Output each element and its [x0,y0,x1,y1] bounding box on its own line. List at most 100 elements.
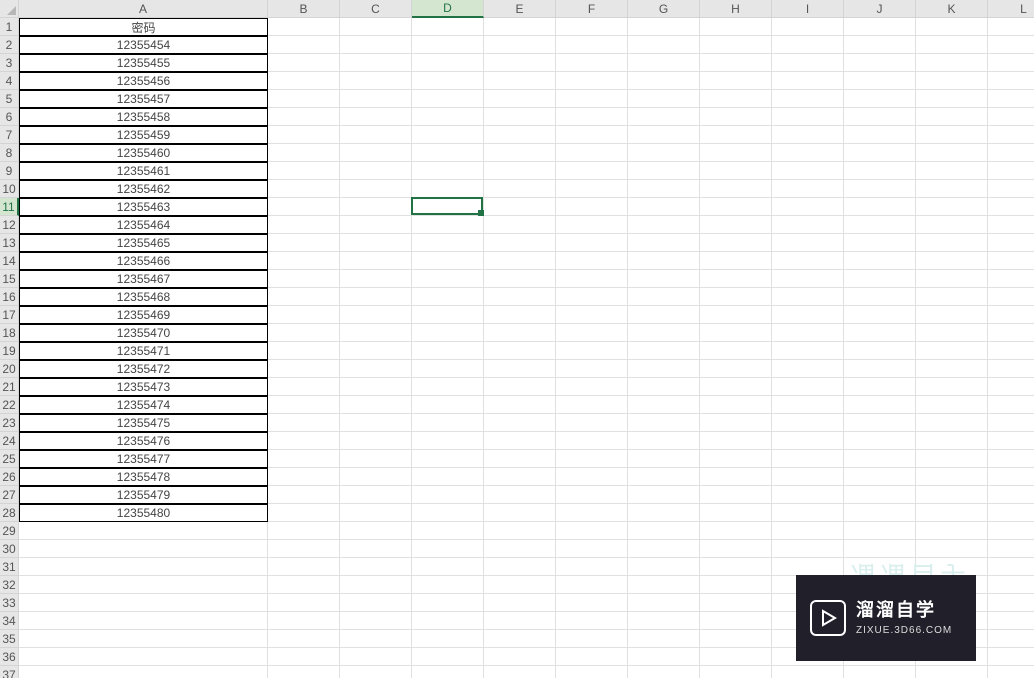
cell-C9[interactable] [340,162,412,180]
cell-L32[interactable] [988,576,1034,594]
cell-D6[interactable] [412,108,484,126]
cell-D31[interactable] [412,558,484,576]
row-header-11[interactable]: 11 [0,198,19,216]
row-header-14[interactable]: 14 [0,252,19,270]
cell-C2[interactable] [340,36,412,54]
cell-D34[interactable] [412,612,484,630]
col-header-K[interactable]: K [916,0,988,18]
cell-E10[interactable] [484,180,556,198]
cell-E6[interactable] [484,108,556,126]
row-header-33[interactable]: 33 [0,594,19,612]
cell-C3[interactable] [340,54,412,72]
cell-C6[interactable] [340,108,412,126]
cell-J19[interactable] [844,342,916,360]
cell-H26[interactable] [700,468,772,486]
cell-F37[interactable] [556,666,628,678]
cell-L4[interactable] [988,72,1034,90]
cell-K4[interactable] [916,72,988,90]
cell-K14[interactable] [916,252,988,270]
cell-D20[interactable] [412,360,484,378]
cell-C27[interactable] [340,486,412,504]
cell-L11[interactable] [988,198,1034,216]
cell-A35[interactable] [19,630,268,648]
cell-A37[interactable] [19,666,268,678]
cell-K20[interactable] [916,360,988,378]
cell-J4[interactable] [844,72,916,90]
cell-D26[interactable] [412,468,484,486]
row-header-32[interactable]: 32 [0,576,19,594]
cell-J13[interactable] [844,234,916,252]
cell-B18[interactable] [268,324,340,342]
row-header-10[interactable]: 10 [0,180,19,198]
cell-K24[interactable] [916,432,988,450]
cell-I13[interactable] [772,234,844,252]
cell-E22[interactable] [484,396,556,414]
cell-C22[interactable] [340,396,412,414]
cell-C12[interactable] [340,216,412,234]
cell-E21[interactable] [484,378,556,396]
cell-K18[interactable] [916,324,988,342]
cell-A32[interactable] [19,576,268,594]
cell-K13[interactable] [916,234,988,252]
col-header-A[interactable]: A [19,0,268,18]
cell-F10[interactable] [556,180,628,198]
cell-E24[interactable] [484,432,556,450]
cell-H20[interactable] [700,360,772,378]
cell-J23[interactable] [844,414,916,432]
cell-C19[interactable] [340,342,412,360]
cell-K21[interactable] [916,378,988,396]
cell-E31[interactable] [484,558,556,576]
cell-L3[interactable] [988,54,1034,72]
cell-I26[interactable] [772,468,844,486]
cell-L13[interactable] [988,234,1034,252]
col-header-J[interactable]: J [844,0,916,18]
cell-L7[interactable] [988,126,1034,144]
cell-H8[interactable] [700,144,772,162]
cell-I16[interactable] [772,288,844,306]
cell-H33[interactable] [700,594,772,612]
cell-D23[interactable] [412,414,484,432]
cell-F18[interactable] [556,324,628,342]
cell-J26[interactable] [844,468,916,486]
cell-G23[interactable] [628,414,700,432]
col-header-H[interactable]: H [700,0,772,18]
cell-F1[interactable] [556,18,628,36]
cell-C21[interactable] [340,378,412,396]
row-header-27[interactable]: 27 [0,486,19,504]
cell-L19[interactable] [988,342,1034,360]
cell-L22[interactable] [988,396,1034,414]
cell-L29[interactable] [988,522,1034,540]
cell-G4[interactable] [628,72,700,90]
cell-E2[interactable] [484,36,556,54]
cell-C10[interactable] [340,180,412,198]
cell-G20[interactable] [628,360,700,378]
cell-C35[interactable] [340,630,412,648]
cell-A36[interactable] [19,648,268,666]
cell-H19[interactable] [700,342,772,360]
cell-I1[interactable] [772,18,844,36]
cell-H30[interactable] [700,540,772,558]
row-header-8[interactable]: 8 [0,144,19,162]
cell-E30[interactable] [484,540,556,558]
row-header-37[interactable]: 37 [0,666,19,678]
cell-B28[interactable] [268,504,340,522]
row-header-16[interactable]: 16 [0,288,19,306]
cell-I28[interactable] [772,504,844,522]
cell-E36[interactable] [484,648,556,666]
cell-F24[interactable] [556,432,628,450]
cell-C8[interactable] [340,144,412,162]
cell-K28[interactable] [916,504,988,522]
cell-L18[interactable] [988,324,1034,342]
cell-F23[interactable] [556,414,628,432]
cell-K22[interactable] [916,396,988,414]
cell-G36[interactable] [628,648,700,666]
cell-H16[interactable] [700,288,772,306]
select-all-corner[interactable] [0,0,19,18]
cell-L15[interactable] [988,270,1034,288]
cell-K16[interactable] [916,288,988,306]
cell-F5[interactable] [556,90,628,108]
row-header-35[interactable]: 35 [0,630,19,648]
cell-H15[interactable] [700,270,772,288]
cell-C34[interactable] [340,612,412,630]
cell-D17[interactable] [412,306,484,324]
